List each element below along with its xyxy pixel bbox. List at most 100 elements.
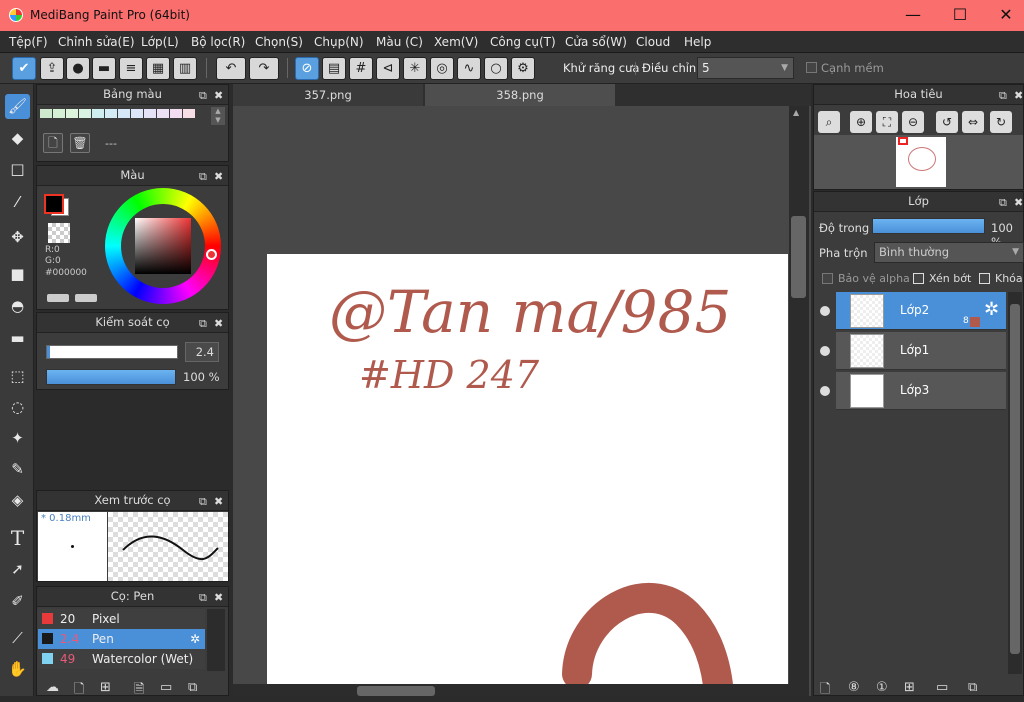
- popout-icon[interactable]: ⧉: [999, 86, 1007, 105]
- canvas-horizontal-scrollbar[interactable]: [233, 684, 789, 696]
- protect-alpha-checkbox[interactable]: [822, 273, 833, 284]
- new-layer-icon[interactable]: 🗋: [820, 680, 830, 702]
- brush-item-pixel[interactable]: 20 Pixel: [38, 609, 205, 629]
- close-icon[interactable]: ✖: [214, 167, 223, 186]
- new-1bit-layer-icon[interactable]: ①: [876, 680, 888, 695]
- eye-icon[interactable]: [820, 386, 830, 396]
- brush-size-value[interactable]: 2.4: [185, 342, 219, 362]
- close-icon[interactable]: ✖: [214, 492, 223, 511]
- snap-off-icon[interactable]: ⊘: [295, 57, 319, 80]
- menu-window[interactable]: Cửa sổ(W): [565, 35, 627, 49]
- vanishing-point-icon[interactable]: ⊲: [376, 57, 400, 80]
- folder-icon[interactable]: ▭: [936, 680, 948, 695]
- radial-snap-icon[interactable]: ✳: [403, 57, 427, 80]
- rotate-right-icon[interactable]: ↻: [990, 111, 1012, 133]
- menu-file[interactable]: Tệp(F): [9, 35, 48, 49]
- color-tool-b[interactable]: [75, 294, 97, 302]
- palette-scroll[interactable]: ▲ ▼: [211, 107, 225, 125]
- folder-icon[interactable]: ▭: [160, 680, 172, 695]
- add-brush-icon[interactable]: ⊞: [100, 680, 111, 695]
- navigator-preview[interactable]: [814, 135, 1023, 189]
- snap-settings-icon[interactable]: ⚙: [511, 57, 535, 80]
- drawing-canvas[interactable]: @Tan ma/985 #HD 247: [267, 254, 788, 702]
- brush-item-pen[interactable]: 2.4 Pen ✲: [38, 629, 205, 649]
- new-brush-icon[interactable]: 🗋: [74, 680, 84, 702]
- panel-layout-icon[interactable]: ▦: [146, 57, 170, 80]
- cloud-brush-icon[interactable]: ☁: [46, 680, 59, 695]
- menu-layer[interactable]: Lớp(L): [141, 35, 179, 49]
- foreground-color-swatch[interactable]: [44, 194, 64, 214]
- correction-select[interactable]: 5 ▼: [697, 57, 794, 79]
- eraser-tool-icon[interactable]: ◆: [5, 126, 30, 151]
- color-tool-a[interactable]: [47, 294, 69, 302]
- menu-color[interactable]: Màu (C): [376, 35, 423, 49]
- clipping-checkbox[interactable]: [913, 273, 924, 284]
- brush-opacity-slider[interactable]: [46, 369, 176, 385]
- lock-checkbox[interactable]: [979, 273, 990, 284]
- layer-item-lop2[interactable]: Lớp2 8 ✲: [836, 292, 1006, 330]
- trash-icon[interactable]: 🗑: [70, 133, 90, 153]
- duplicate-layer-icon[interactable]: ⧉: [968, 680, 977, 695]
- speech-bubble-icon[interactable]: ●: [66, 57, 90, 80]
- layer-item-lop1[interactable]: Lớp1: [836, 332, 1006, 370]
- magic-wand-icon[interactable]: ✦: [5, 426, 30, 451]
- copy-brush-icon[interactable]: ⧉: [188, 680, 197, 695]
- operation-tool-icon[interactable]: ➚: [5, 557, 30, 582]
- menu-tools[interactable]: Công cụ(T): [490, 35, 556, 49]
- close-icon[interactable]: ✖: [214, 314, 223, 333]
- lasso-tool-icon[interactable]: ◌: [5, 395, 30, 420]
- eye-icon[interactable]: [820, 346, 830, 356]
- comment-icon[interactable]: ▬: [92, 57, 116, 80]
- grid-snap-icon[interactable]: #: [349, 57, 373, 80]
- brush-settings-icon[interactable]: 🗎: [134, 680, 144, 702]
- add-layer-menu-icon[interactable]: ⊞: [904, 680, 915, 695]
- zoom-in-icon[interactable]: ⊕: [850, 111, 872, 133]
- popout-icon[interactable]: ⧉: [199, 492, 207, 511]
- menu-filter[interactable]: Bộ lọc(R): [191, 35, 245, 49]
- concentric-snap-icon[interactable]: ◎: [430, 57, 454, 80]
- shape-tool-icon[interactable]: □: [5, 157, 30, 182]
- brush-size-slider[interactable]: [46, 345, 178, 359]
- undo-icon[interactable]: ↶: [216, 57, 246, 80]
- gear-icon[interactable]: ✲: [190, 629, 200, 649]
- blend-mode-select[interactable]: Bình thường ▼: [874, 242, 1024, 263]
- close-icon[interactable]: ✖: [214, 86, 223, 105]
- horizontal-scroll-thumb[interactable]: [357, 686, 435, 696]
- gradient-tool-icon[interactable]: ▬: [5, 326, 30, 351]
- close-icon[interactable]: ✖: [214, 588, 223, 607]
- fit-window-icon[interactable]: ⛶: [876, 111, 898, 133]
- select-tool-icon[interactable]: ⬚: [5, 364, 30, 389]
- brush-tool-icon[interactable]: 🖌: [5, 94, 30, 119]
- saturation-value-square[interactable]: [135, 218, 191, 274]
- hand-tool-icon[interactable]: ✋: [5, 657, 30, 682]
- menu-help[interactable]: Help: [684, 35, 711, 49]
- hue-wheel[interactable]: [105, 188, 221, 304]
- menu-view[interactable]: Xem(V): [434, 35, 478, 49]
- layer-scroll-thumb[interactable]: [1010, 304, 1020, 654]
- bucket-tool-icon[interactable]: ◓: [5, 294, 30, 319]
- soft-edge-checkbox[interactable]: [806, 62, 817, 73]
- select-eraser-icon[interactable]: ◈: [5, 488, 30, 513]
- transparent-color-swatch[interactable]: [48, 223, 70, 243]
- document-icon[interactable]: ≡: [119, 57, 143, 80]
- redo-icon[interactable]: ↷: [249, 57, 279, 80]
- tab-358[interactable]: 358.png: [425, 84, 615, 106]
- hue-handle[interactable]: [206, 249, 217, 260]
- menu-edit[interactable]: Chỉnh sửa(E): [58, 35, 135, 49]
- canvas-vertical-scrollbar[interactable]: ▲: [789, 106, 809, 696]
- popout-icon[interactable]: ⧉: [199, 314, 207, 333]
- close-button[interactable]: ✕: [986, 4, 1024, 26]
- divide-frame-icon[interactable]: ✐: [5, 589, 30, 614]
- grid-check-icon[interactable]: ▥: [173, 57, 197, 80]
- vertical-scroll-thumb[interactable]: [791, 216, 806, 298]
- zoom-fit-icon[interactable]: ⌕: [818, 111, 840, 133]
- rotate-left-icon[interactable]: ↺: [936, 111, 958, 133]
- brush-item-watercolor[interactable]: 49 Watercolor (Wet): [38, 649, 205, 669]
- menu-select[interactable]: Chọn(S): [255, 35, 303, 49]
- view-rect[interactable]: [898, 137, 908, 145]
- fill-rect-tool-icon[interactable]: ■: [5, 262, 30, 287]
- popout-icon[interactable]: ⧉: [199, 86, 207, 105]
- popout-icon[interactable]: ⧉: [199, 167, 207, 186]
- close-icon[interactable]: ✖: [1014, 86, 1023, 105]
- circle-snap-icon[interactable]: ○: [484, 57, 508, 80]
